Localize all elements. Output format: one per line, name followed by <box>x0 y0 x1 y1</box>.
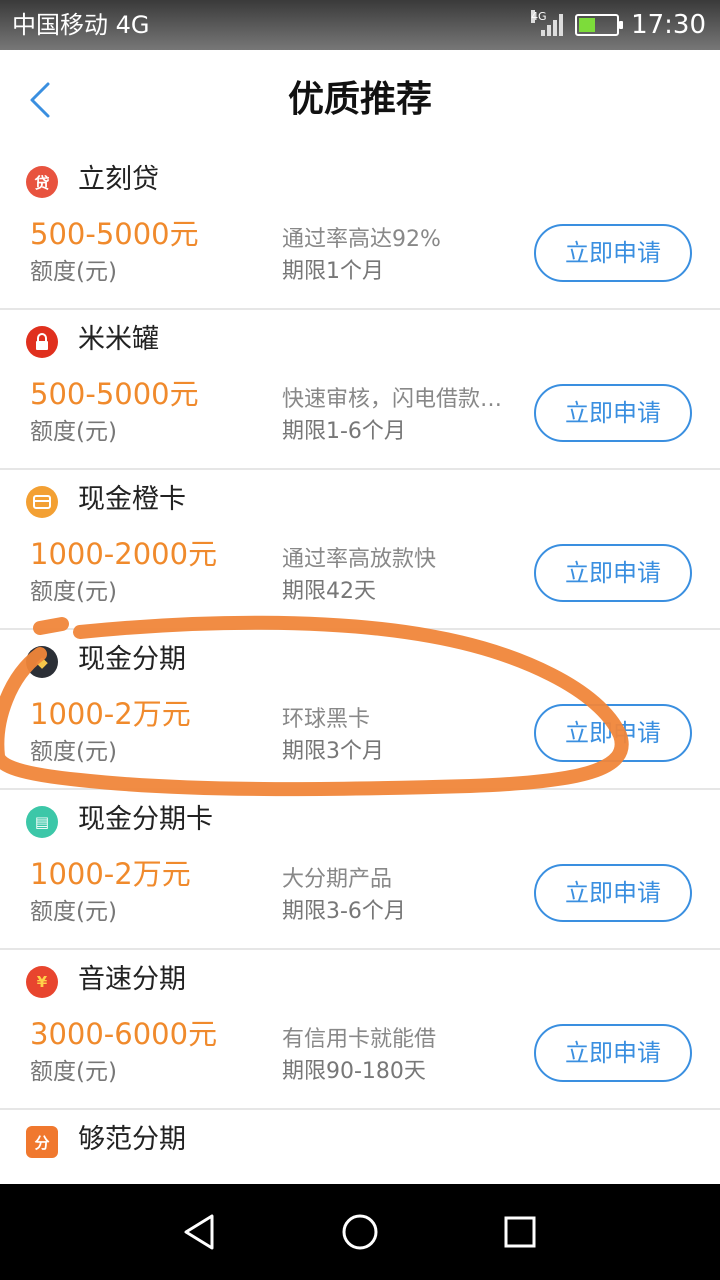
list-item[interactable]: 米米罐 500-5000元 额度(元) 快速审核，闪电借款… 期限1-6个月 立… <box>0 310 720 470</box>
product-name: 现金分期 <box>78 644 186 675</box>
amount-range: 500-5000元 <box>30 217 199 251</box>
product-desc: 通过率高达92% <box>282 227 441 252</box>
apply-button[interactable]: 立即申请 <box>534 544 692 602</box>
home-nav-icon[interactable] <box>336 1208 384 1256</box>
list-item[interactable]: ¥ 音速分期 3000-6000元 额度(元) 有信用卡就能借 期限90-180… <box>0 950 720 1110</box>
card-icon <box>26 486 58 518</box>
product-desc: 大分期产品 <box>282 867 393 892</box>
battery-icon <box>575 14 624 36</box>
product-term: 期限1个月 <box>282 259 384 284</box>
product-desc: 有信用卡就能借 <box>282 1027 437 1052</box>
network-label: 4G <box>531 10 547 23</box>
product-term: 期限90-180天 <box>282 1059 426 1084</box>
product-term: 期限3-6个月 <box>282 899 406 924</box>
recents-nav-icon[interactable] <box>496 1208 544 1256</box>
product-term: 期限3个月 <box>282 739 384 764</box>
header: 优质推荐 <box>0 50 720 150</box>
product-name: 现金橙卡 <box>78 484 186 515</box>
amount-range: 1000-2万元 <box>30 697 191 731</box>
amount-label: 额度(元) <box>30 899 117 925</box>
apply-button[interactable]: 立即申请 <box>534 384 692 442</box>
product-desc: 通过率高放款快 <box>282 547 437 572</box>
status-bar: 中国移动 4G 4G 17:30 <box>0 0 720 50</box>
coin-icon: ¥ <box>26 966 58 998</box>
carrier-label: 中国移动 4G <box>12 11 150 39</box>
product-desc: 快速审核，闪电借款… <box>282 387 503 412</box>
product-name: 音速分期 <box>78 964 186 995</box>
amount-label: 额度(元) <box>30 259 117 285</box>
back-nav-icon[interactable] <box>176 1208 224 1256</box>
product-term: 期限42天 <box>282 579 376 604</box>
product-list: 贷 立刻贷 500-5000元 额度(元) 通过率高达92% 期限1个月 立即申… <box>0 150 720 1270</box>
product-name: 米米罐 <box>78 324 159 355</box>
apply-button[interactable]: 立即申请 <box>534 224 692 282</box>
status-icons: 4G 17:30 <box>531 9 706 41</box>
gouf-icon: 分 <box>26 1126 58 1158</box>
product-name: 立刻贷 <box>78 164 159 195</box>
amount-range: 3000-6000元 <box>30 1017 218 1051</box>
product-term: 期限1-6个月 <box>282 419 406 444</box>
page-title: 优质推荐 <box>287 79 432 120</box>
list-item[interactable]: ▤ 现金分期卡 1000-2万元 额度(元) 大分期产品 期限3-6个月 立即申… <box>0 790 720 950</box>
loan-icon: 贷 <box>26 166 58 198</box>
amount-label: 额度(元) <box>30 419 117 445</box>
apply-button[interactable]: 立即申请 <box>534 864 692 922</box>
signal-icon: 4G <box>531 10 564 36</box>
navigation-bar <box>0 1184 720 1280</box>
list-item[interactable]: 贷 立刻贷 500-5000元 额度(元) 通过率高达92% 期限1个月 立即申… <box>0 150 720 310</box>
list-item[interactable]: ◆ 现金分期 1000-2万元 额度(元) 环球黑卡 期限3个月 立即申请 <box>0 630 720 790</box>
lock-icon <box>26 326 58 358</box>
product-name: 够范分期 <box>78 1124 186 1155</box>
amount-range: 500-5000元 <box>30 377 199 411</box>
apply-button[interactable]: 立即申请 <box>534 1024 692 1082</box>
wallet-icon: ▤ <box>26 806 58 838</box>
amount-label: 额度(元) <box>30 1059 117 1085</box>
clock: 17:30 <box>631 10 706 40</box>
amount-range: 1000-2000元 <box>30 537 218 571</box>
amount-label: 额度(元) <box>30 579 117 605</box>
diamond-icon: ◆ <box>26 646 58 678</box>
product-desc: 环球黑卡 <box>282 707 371 732</box>
product-name: 现金分期卡 <box>78 804 213 835</box>
apply-button[interactable]: 立即申请 <box>534 704 692 762</box>
amount-range: 1000-2万元 <box>30 857 191 891</box>
amount-label: 额度(元) <box>30 739 117 765</box>
list-item[interactable]: 现金橙卡 1000-2000元 额度(元) 通过率高放款快 期限42天 立即申请 <box>0 470 720 630</box>
